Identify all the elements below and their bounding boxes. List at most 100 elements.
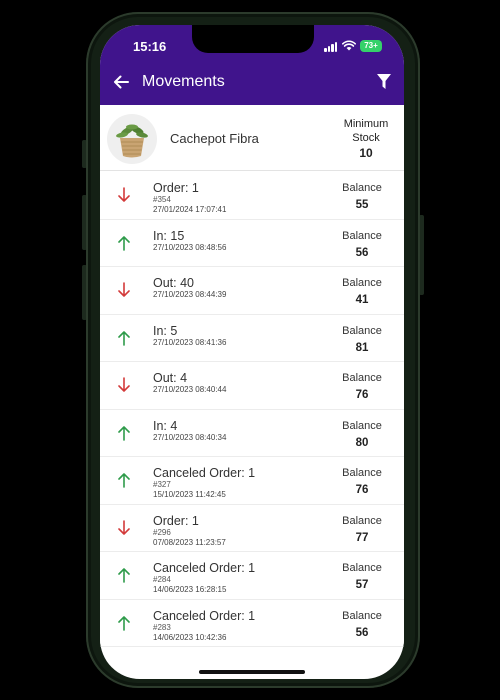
- arrow-up-icon: [118, 425, 130, 441]
- movement-type: Out: 4: [153, 371, 188, 385]
- balance: Balance 56: [332, 229, 392, 259]
- arrow-up-icon: [118, 235, 130, 251]
- balance: Balance 57: [332, 561, 392, 591]
- balance-label: Balance: [342, 229, 382, 242]
- wifi-icon: [342, 40, 356, 51]
- movements-list: Order: 1 #354 27/01/2024 17:07:41 Balance 55…: [100, 172, 404, 647]
- movement-type: In: 5: [153, 323, 178, 338]
- arrow-up-icon: [118, 473, 130, 488]
- balance-value: 56: [355, 246, 369, 259]
- movement-date: 27/10/2023 08:41:36: [153, 337, 227, 347]
- movement-type: Canceled Order: 1: [153, 466, 256, 480]
- balance-label: Balance: [342, 467, 382, 479]
- movement-row[interactable]: Out: 40 27/10/2023 08:44:39 Balance 41: [100, 267, 404, 315]
- page-title: Movements: [142, 73, 225, 90]
- arrow-down-icon: [118, 377, 130, 392]
- movement-type: In: 15: [153, 228, 185, 243]
- balance-label: Balance: [342, 277, 382, 289]
- movement-info: Order: 1 #354 27/01/2024 17:07:41: [153, 181, 226, 215]
- balance-value: 55: [355, 199, 369, 211]
- balance-label: Balance: [342, 609, 382, 622]
- movement-row[interactable]: Canceled Order: 1 #327 15/10/2023 11:42:45…: [100, 457, 404, 505]
- balance: Balance 56: [332, 609, 392, 639]
- balance: Balance 81: [332, 324, 392, 354]
- order-reference: #284: [153, 575, 171, 584]
- order-reference: #354: [153, 195, 171, 204]
- order-reference: #283: [153, 622, 171, 632]
- movement-row[interactable]: Out: 4 27/10/2023 08:40:44 Balance 76: [100, 362, 404, 410]
- balance-value: 76: [355, 484, 369, 496]
- battery-icon: 73+: [360, 40, 382, 52]
- dynamic-island: [192, 25, 314, 53]
- balance-value: 80: [355, 436, 369, 449]
- movement-date: 14/06/2023 10:42:36: [153, 632, 227, 642]
- balance: Balance 77: [332, 514, 392, 544]
- app-bar: Movements: [100, 61, 404, 105]
- movement-date: 27/10/2023 08:40:44: [153, 385, 227, 394]
- status-time: 15:16: [133, 39, 167, 54]
- product-image: [107, 114, 157, 164]
- balance-label: Balance: [342, 372, 382, 384]
- balance-value: 41: [355, 294, 369, 306]
- movement-row[interactable]: Canceled Order: 1 #284 14/06/2023 16:28:15…: [100, 552, 404, 600]
- arrow-up-icon: [118, 615, 130, 631]
- movement-type: In: 4: [153, 418, 178, 433]
- movement-row[interactable]: In: 4 27/10/2023 08:40:34 Balance 80: [100, 409, 404, 457]
- home-indicator[interactable]: [199, 670, 305, 674]
- phone-screen: 15:16 73+ Movements Cachepot Fibra Minim…: [100, 25, 404, 679]
- balance-label: Balance: [342, 324, 382, 337]
- movement-type: Out: 40: [153, 276, 194, 290]
- filter-icon[interactable]: [376, 73, 392, 91]
- movement-date: 27/10/2023 08:40:34: [153, 432, 227, 442]
- movement-type: Order: 1: [153, 181, 199, 195]
- movement-info: In: 15 27/10/2023 08:48:56: [153, 229, 226, 253]
- cellular-signal-icon: [324, 42, 338, 52]
- movement-date: 07/08/2023 11:23:57: [153, 537, 226, 547]
- arrow-down-icon: [118, 519, 130, 535]
- product-header: Cachepot Fibra Minimum Stock 10: [100, 105, 404, 171]
- movement-row[interactable]: In: 15 27/10/2023 08:48:56 Balance 56: [100, 219, 404, 267]
- balance: Balance 41: [332, 276, 392, 306]
- movement-row[interactable]: Order: 1 #296 07/08/2023 11:23:57 Balance 77: [100, 504, 404, 552]
- movement-info: Out: 4 27/10/2023 08:40:44: [153, 371, 226, 395]
- status-bar: 15:16 73+: [100, 25, 404, 61]
- movement-type: Order: 1: [153, 513, 199, 528]
- movement-info: Canceled Order: 1 #284 14/06/2023 16:28:15: [153, 561, 255, 595]
- movement-type: Canceled Order: 1: [153, 561, 256, 575]
- order-reference: #296: [153, 527, 171, 537]
- order-reference: #327: [153, 480, 171, 489]
- movement-type: Canceled Order: 1: [153, 608, 256, 623]
- balance: Balance 76: [332, 371, 392, 401]
- stage: 15:16 73+ Movements Cachepot Fibra Minim…: [0, 0, 500, 700]
- balance-label: Balance: [342, 419, 382, 432]
- product-name: Cachepot Fibra: [170, 131, 259, 146]
- back-arrow-icon[interactable]: [112, 73, 130, 91]
- movement-date: 27/01/2024 17:07:41: [153, 205, 227, 214]
- balance-value: 76: [355, 389, 369, 401]
- balance-label: Balance: [342, 182, 382, 194]
- balance: Balance 55: [332, 181, 392, 211]
- movement-date: 27/10/2023 08:48:56: [153, 242, 227, 252]
- balance-value: 57: [355, 579, 369, 591]
- movement-row[interactable]: In: 5 27/10/2023 08:41:36 Balance 81: [100, 314, 404, 362]
- movement-date: 15/10/2023 11:42:45: [153, 490, 226, 499]
- balance-value: 77: [355, 531, 369, 544]
- balance: Balance 76: [332, 466, 392, 496]
- balance-label: Balance: [342, 514, 382, 527]
- movement-info: Order: 1 #296 07/08/2023 11:23:57: [153, 514, 226, 548]
- arrow-up-icon: [118, 568, 130, 583]
- movement-info: In: 4 27/10/2023 08:40:34: [153, 419, 226, 443]
- movement-row[interactable]: Canceled Order: 1 #283 14/06/2023 10:42:36…: [100, 599, 404, 647]
- arrow-down-icon: [118, 282, 130, 297]
- minimum-stock-value: 10: [359, 146, 373, 160]
- movement-info: Canceled Order: 1 #327 15/10/2023 11:42:45: [153, 466, 255, 500]
- arrow-up-icon: [118, 330, 130, 346]
- movement-info: In: 5 27/10/2023 08:41:36: [153, 324, 226, 348]
- movement-date: 14/06/2023 16:28:15: [153, 585, 227, 594]
- minimum-stock-label-line1: Minimum: [343, 118, 389, 130]
- balance-value: 56: [355, 626, 369, 639]
- movement-row[interactable]: Order: 1 #354 27/01/2024 17:07:41 Balance 55: [100, 172, 404, 220]
- movement-info: Out: 40 27/10/2023 08:44:39: [153, 276, 226, 300]
- balance: Balance 80: [332, 419, 392, 449]
- balance-value: 81: [355, 341, 369, 354]
